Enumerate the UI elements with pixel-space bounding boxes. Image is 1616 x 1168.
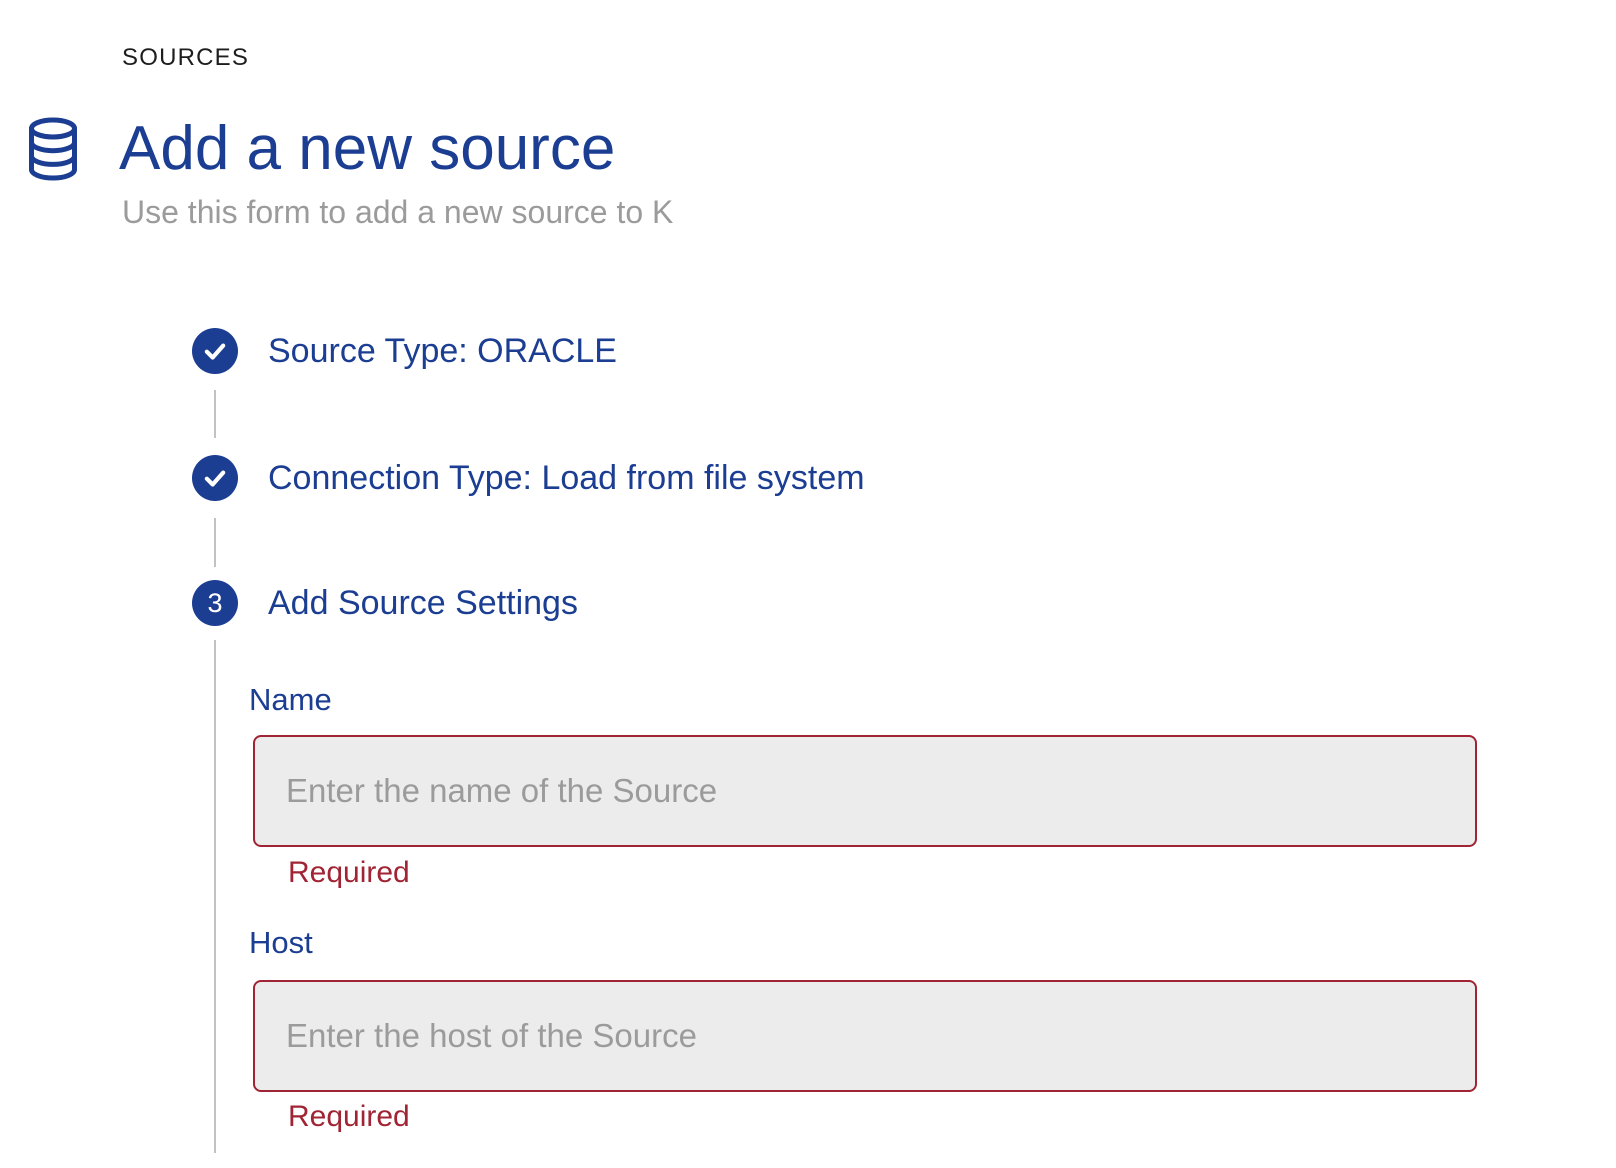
page-subtitle: Use this form to add a new source to K — [122, 196, 673, 228]
step-2-circle — [192, 455, 238, 501]
add-source-page: SOURCES Add a new source Use this form t… — [0, 0, 1616, 1168]
host-required-error: Required — [288, 1102, 410, 1132]
step-content-rail — [214, 640, 216, 1153]
name-input[interactable] — [253, 735, 1477, 847]
database-icon — [26, 117, 80, 181]
name-required-error: Required — [288, 858, 410, 888]
host-input[interactable] — [253, 980, 1477, 1092]
page-title: Add a new source — [119, 118, 615, 180]
check-icon — [201, 464, 229, 492]
name-field-label: Name — [249, 684, 332, 715]
step-3-label: Add Source Settings — [268, 586, 578, 620]
host-field-label: Host — [249, 927, 313, 958]
step-1-circle — [192, 328, 238, 374]
check-icon — [201, 337, 229, 365]
step-connection-type[interactable]: Connection Type: Load from file system — [192, 455, 865, 501]
step-3-number: 3 — [207, 590, 222, 617]
step-3-circle: 3 — [192, 580, 238, 626]
step-1-label: Source Type: ORACLE — [268, 334, 617, 368]
step-source-type[interactable]: Source Type: ORACLE — [192, 328, 617, 374]
step-2-label: Connection Type: Load from file system — [268, 461, 865, 495]
step-add-source-settings[interactable]: 3 Add Source Settings — [192, 580, 578, 626]
breadcrumb[interactable]: SOURCES — [122, 46, 249, 70]
step-connector — [214, 390, 216, 438]
step-connector — [214, 518, 216, 567]
